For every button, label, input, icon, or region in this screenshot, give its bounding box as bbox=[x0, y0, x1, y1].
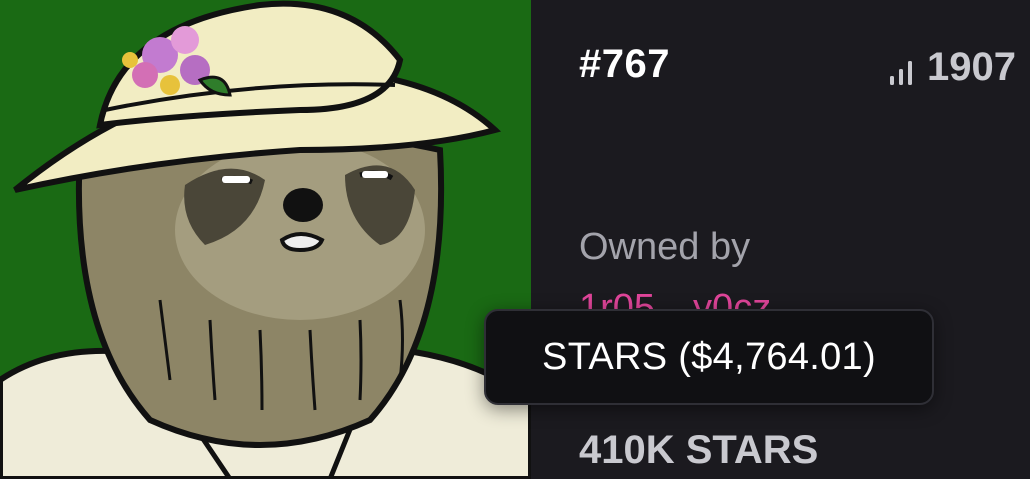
price-tooltip: STARS ($4,764.01) bbox=[484, 309, 934, 405]
owned-by-label: Owned by bbox=[579, 226, 751, 268]
sloth-illustration bbox=[0, 0, 531, 479]
nft-details-panel: #767 1907 Owned by 1r05…y0cz 410K STARS bbox=[531, 0, 1030, 479]
owner-address-link[interactable]: 1r05…y0cz bbox=[579, 286, 771, 310]
token-id: #767 bbox=[579, 42, 670, 86]
nft-artwork[interactable] bbox=[0, 0, 531, 479]
price-value[interactable]: 410K STARS bbox=[579, 428, 818, 473]
signal-bars-icon bbox=[887, 53, 917, 85]
rank-value: 1907 bbox=[927, 45, 1016, 89]
rarity-rank[interactable]: 1907 bbox=[887, 45, 1016, 90]
